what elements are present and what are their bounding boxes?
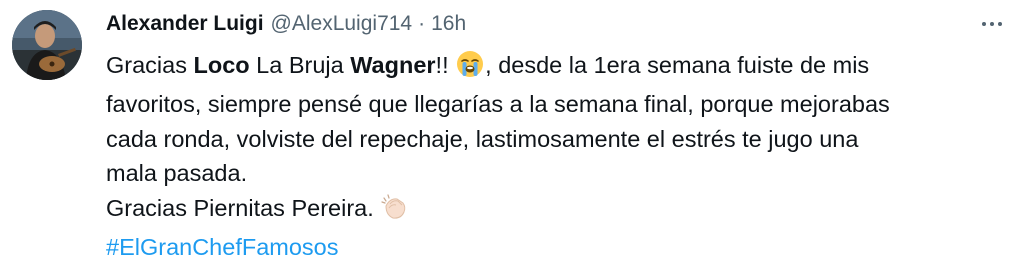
more-icon-dot — [990, 22, 994, 26]
tweet-line-3: cada ronda, volviste del repechaje, last… — [106, 125, 859, 152]
loudly-crying-face-icon — [456, 50, 484, 87]
timestamp[interactable]: 16h — [431, 12, 466, 36]
avatar[interactable] — [12, 10, 82, 80]
tweet-header: Alexander Luigi @AlexLuigi714 · 16h — [106, 10, 466, 38]
hashtag-link[interactable]: #ElGranChefFamosos — [106, 234, 339, 260]
tweet-line-5: Gracias Piernitas Pereira. — [106, 191, 1006, 230]
tweet[interactable]: Alexander Luigi @AlexLuigi714 · 16h Grac… — [0, 0, 1024, 260]
text-segment-bold: Loco — [193, 52, 250, 78]
text-segment: , desde la 1era semana fuiste de mis — [485, 52, 870, 78]
text-segment-bold: Wagner — [350, 52, 436, 78]
text-segment: La Bruja — [249, 52, 351, 78]
author-handle[interactable]: @AlexLuigi714 — [271, 12, 413, 36]
tweet-line-2: favoritos, siempre pensé que llegarías a… — [106, 91, 890, 118]
tweet-line-6: #ElGranChefFamosos — [106, 230, 1006, 264]
tweet-line-1: Gracias Loco La Bruja Wagner!! , desde l… — [106, 48, 1006, 87]
more-options-button[interactable] — [978, 14, 1006, 34]
text-segment: Gracias Piernitas Pereira. — [106, 194, 381, 221]
clapping-hands-icon — [381, 193, 409, 230]
text-segment: !! — [435, 52, 456, 78]
author-name[interactable]: Alexander Luigi — [106, 12, 264, 36]
tweet-text: Gracias Loco La Bruja Wagner!! , desde l… — [106, 48, 1006, 264]
tweet-line-4: mala pasada. — [106, 160, 248, 187]
text-segment: Gracias — [106, 52, 194, 78]
more-icon-dot — [982, 22, 986, 26]
separator-dot: · — [418, 12, 426, 35]
more-icon-dot — [998, 22, 1002, 26]
